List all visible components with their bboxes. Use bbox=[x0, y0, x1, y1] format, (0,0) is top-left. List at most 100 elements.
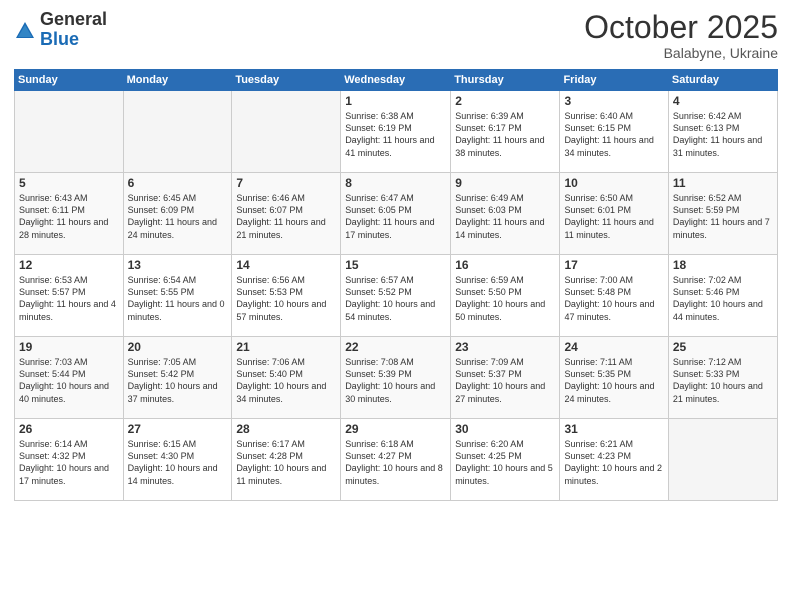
day-number: 2 bbox=[455, 94, 555, 108]
calendar-week-row: 1 Sunrise: 6:38 AM Sunset: 6:19 PM Daylig… bbox=[15, 91, 778, 173]
calendar-cell: 15 Sunrise: 6:57 AM Sunset: 5:52 PM Dayli… bbox=[341, 255, 451, 337]
day-number: 27 bbox=[128, 422, 228, 436]
page: General Blue October 2025 Balabyne, Ukra… bbox=[0, 0, 792, 612]
calendar-cell: 19 Sunrise: 7:03 AM Sunset: 5:44 PM Dayli… bbox=[15, 337, 124, 419]
weekday-header-saturday: Saturday bbox=[668, 70, 777, 91]
day-number: 22 bbox=[345, 340, 446, 354]
day-content: Sunrise: 7:05 AM Sunset: 5:42 PM Dayligh… bbox=[128, 356, 228, 405]
day-number: 17 bbox=[564, 258, 663, 272]
calendar-cell bbox=[15, 91, 124, 173]
day-content: Sunrise: 6:43 AM Sunset: 6:11 PM Dayligh… bbox=[19, 192, 119, 241]
day-number: 21 bbox=[236, 340, 336, 354]
day-number: 26 bbox=[19, 422, 119, 436]
day-content: Sunrise: 7:09 AM Sunset: 5:37 PM Dayligh… bbox=[455, 356, 555, 405]
day-content: Sunrise: 7:02 AM Sunset: 5:46 PM Dayligh… bbox=[673, 274, 773, 323]
calendar-cell: 21Sunrise: 7:06 AM Sunset: 5:40 PM Dayli… bbox=[232, 337, 341, 419]
calendar-cell: 26 Sunrise: 6:14 AM Sunset: 4:32 PM Dayli… bbox=[15, 419, 124, 501]
weekday-header-friday: Friday bbox=[560, 70, 668, 91]
day-content: Sunrise: 7:03 AM Sunset: 5:44 PM Dayligh… bbox=[19, 356, 119, 405]
day-number: 5 bbox=[19, 176, 119, 190]
day-number: 8 bbox=[345, 176, 446, 190]
day-content: Sunrise: 6:47 AM Sunset: 6:05 PM Dayligh… bbox=[345, 192, 446, 241]
day-content: Sunrise: 6:49 AM Sunset: 6:03 PM Dayligh… bbox=[455, 192, 555, 241]
day-number: 24 bbox=[564, 340, 663, 354]
day-number: 20 bbox=[128, 340, 228, 354]
calendar-cell: 25 Sunrise: 7:12 AM Sunset: 5:33 PM Dayli… bbox=[668, 337, 777, 419]
day-content: Sunrise: 6:45 AM Sunset: 6:09 PM Dayligh… bbox=[128, 192, 228, 241]
day-content: Sunrise: 6:57 AM Sunset: 5:52 PM Dayligh… bbox=[345, 274, 446, 323]
day-content: Sunrise: 6:54 AM Sunset: 5:55 PM Dayligh… bbox=[128, 274, 228, 323]
calendar-week-row: 19 Sunrise: 7:03 AM Sunset: 5:44 PM Dayli… bbox=[15, 337, 778, 419]
day-number: 14 bbox=[236, 258, 336, 272]
day-number: 13 bbox=[128, 258, 228, 272]
day-content: Sunrise: 6:14 AM Sunset: 4:32 PM Dayligh… bbox=[19, 438, 119, 487]
day-number: 28 bbox=[236, 422, 336, 436]
day-number: 19 bbox=[19, 340, 119, 354]
day-content: Sunrise: 6:42 AM Sunset: 6:13 PM Dayligh… bbox=[673, 110, 773, 159]
calendar-cell: 13 Sunrise: 6:54 AM Sunset: 5:55 PM Dayli… bbox=[123, 255, 232, 337]
day-content: Sunrise: 6:21 AM Sunset: 4:23 PM Dayligh… bbox=[564, 438, 663, 487]
day-content: Sunrise: 6:38 AM Sunset: 6:19 PM Dayligh… bbox=[345, 110, 446, 159]
calendar-cell bbox=[232, 91, 341, 173]
calendar-cell: 8 Sunrise: 6:47 AM Sunset: 6:05 PM Daylig… bbox=[341, 173, 451, 255]
calendar-cell: 11Sunrise: 6:52 AM Sunset: 5:59 PM Dayli… bbox=[668, 173, 777, 255]
calendar-cell: 31 Sunrise: 6:21 AM Sunset: 4:23 PM Dayli… bbox=[560, 419, 668, 501]
logo-text: General Blue bbox=[40, 10, 107, 50]
calendar-table: SundayMondayTuesdayWednesdayThursdayFrid… bbox=[14, 69, 778, 501]
calendar-cell: 18Sunrise: 7:02 AM Sunset: 5:46 PM Dayli… bbox=[668, 255, 777, 337]
day-content: Sunrise: 6:50 AM Sunset: 6:01 PM Dayligh… bbox=[564, 192, 663, 241]
day-content: Sunrise: 6:53 AM Sunset: 5:57 PM Dayligh… bbox=[19, 274, 119, 323]
calendar-cell bbox=[123, 91, 232, 173]
calendar-cell: 17Sunrise: 7:00 AM Sunset: 5:48 PM Dayli… bbox=[560, 255, 668, 337]
title-block: October 2025 Balabyne, Ukraine bbox=[584, 10, 778, 61]
calendar-cell: 20 Sunrise: 7:05 AM Sunset: 5:42 PM Dayli… bbox=[123, 337, 232, 419]
calendar-cell: 5 Sunrise: 6:43 AM Sunset: 6:11 PM Daylig… bbox=[15, 173, 124, 255]
header: General Blue October 2025 Balabyne, Ukra… bbox=[14, 10, 778, 61]
day-number: 31 bbox=[564, 422, 663, 436]
weekday-header-monday: Monday bbox=[123, 70, 232, 91]
day-content: Sunrise: 7:11 AM Sunset: 5:35 PM Dayligh… bbox=[564, 356, 663, 405]
day-content: Sunrise: 7:12 AM Sunset: 5:33 PM Dayligh… bbox=[673, 356, 773, 405]
day-number: 25 bbox=[673, 340, 773, 354]
day-content: Sunrise: 6:46 AM Sunset: 6:07 PM Dayligh… bbox=[236, 192, 336, 241]
day-number: 9 bbox=[455, 176, 555, 190]
calendar-cell: 27 Sunrise: 6:15 AM Sunset: 4:30 PM Dayli… bbox=[123, 419, 232, 501]
day-number: 15 bbox=[345, 258, 446, 272]
logo-blue-text: Blue bbox=[40, 30, 107, 50]
day-number: 1 bbox=[345, 94, 446, 108]
logo-icon bbox=[14, 20, 36, 42]
logo: General Blue bbox=[14, 10, 107, 50]
day-content: Sunrise: 6:56 AM Sunset: 5:53 PM Dayligh… bbox=[236, 274, 336, 323]
calendar-cell: 10 Sunrise: 6:50 AM Sunset: 6:01 PM Dayli… bbox=[560, 173, 668, 255]
day-number: 6 bbox=[128, 176, 228, 190]
calendar-week-row: 5 Sunrise: 6:43 AM Sunset: 6:11 PM Daylig… bbox=[15, 173, 778, 255]
day-number: 29 bbox=[345, 422, 446, 436]
calendar-cell: 6 Sunrise: 6:45 AM Sunset: 6:09 PM Daylig… bbox=[123, 173, 232, 255]
calendar-cell: 29 Sunrise: 6:18 AM Sunset: 4:27 PM Dayli… bbox=[341, 419, 451, 501]
day-number: 4 bbox=[673, 94, 773, 108]
calendar-cell: 24 Sunrise: 7:11 AM Sunset: 5:35 PM Dayli… bbox=[560, 337, 668, 419]
day-number: 16 bbox=[455, 258, 555, 272]
day-content: Sunrise: 6:18 AM Sunset: 4:27 PM Dayligh… bbox=[345, 438, 446, 487]
calendar-cell: 23Sunrise: 7:09 AM Sunset: 5:37 PM Dayli… bbox=[451, 337, 560, 419]
weekday-header-tuesday: Tuesday bbox=[232, 70, 341, 91]
day-content: Sunrise: 6:52 AM Sunset: 5:59 PM Dayligh… bbox=[673, 192, 773, 241]
calendar-week-row: 12Sunrise: 6:53 AM Sunset: 5:57 PM Dayli… bbox=[15, 255, 778, 337]
day-content: Sunrise: 6:20 AM Sunset: 4:25 PM Dayligh… bbox=[455, 438, 555, 487]
day-content: Sunrise: 6:59 AM Sunset: 5:50 PM Dayligh… bbox=[455, 274, 555, 323]
day-number: 7 bbox=[236, 176, 336, 190]
day-number: 3 bbox=[564, 94, 663, 108]
calendar-cell bbox=[668, 419, 777, 501]
calendar-cell: 22Sunrise: 7:08 AM Sunset: 5:39 PM Dayli… bbox=[341, 337, 451, 419]
day-number: 30 bbox=[455, 422, 555, 436]
day-number: 10 bbox=[564, 176, 663, 190]
calendar-cell: 14 Sunrise: 6:56 AM Sunset: 5:53 PM Dayli… bbox=[232, 255, 341, 337]
calendar-cell: 4 Sunrise: 6:42 AM Sunset: 6:13 PM Daylig… bbox=[668, 91, 777, 173]
day-content: Sunrise: 6:15 AM Sunset: 4:30 PM Dayligh… bbox=[128, 438, 228, 487]
weekday-header-row: SundayMondayTuesdayWednesdayThursdayFrid… bbox=[15, 70, 778, 91]
calendar-cell: 12Sunrise: 6:53 AM Sunset: 5:57 PM Dayli… bbox=[15, 255, 124, 337]
day-content: Sunrise: 6:17 AM Sunset: 4:28 PM Dayligh… bbox=[236, 438, 336, 487]
logo-general-text: General bbox=[40, 10, 107, 30]
calendar-cell: 3Sunrise: 6:40 AM Sunset: 6:15 PM Daylig… bbox=[560, 91, 668, 173]
calendar-cell: 30 Sunrise: 6:20 AM Sunset: 4:25 PM Dayli… bbox=[451, 419, 560, 501]
